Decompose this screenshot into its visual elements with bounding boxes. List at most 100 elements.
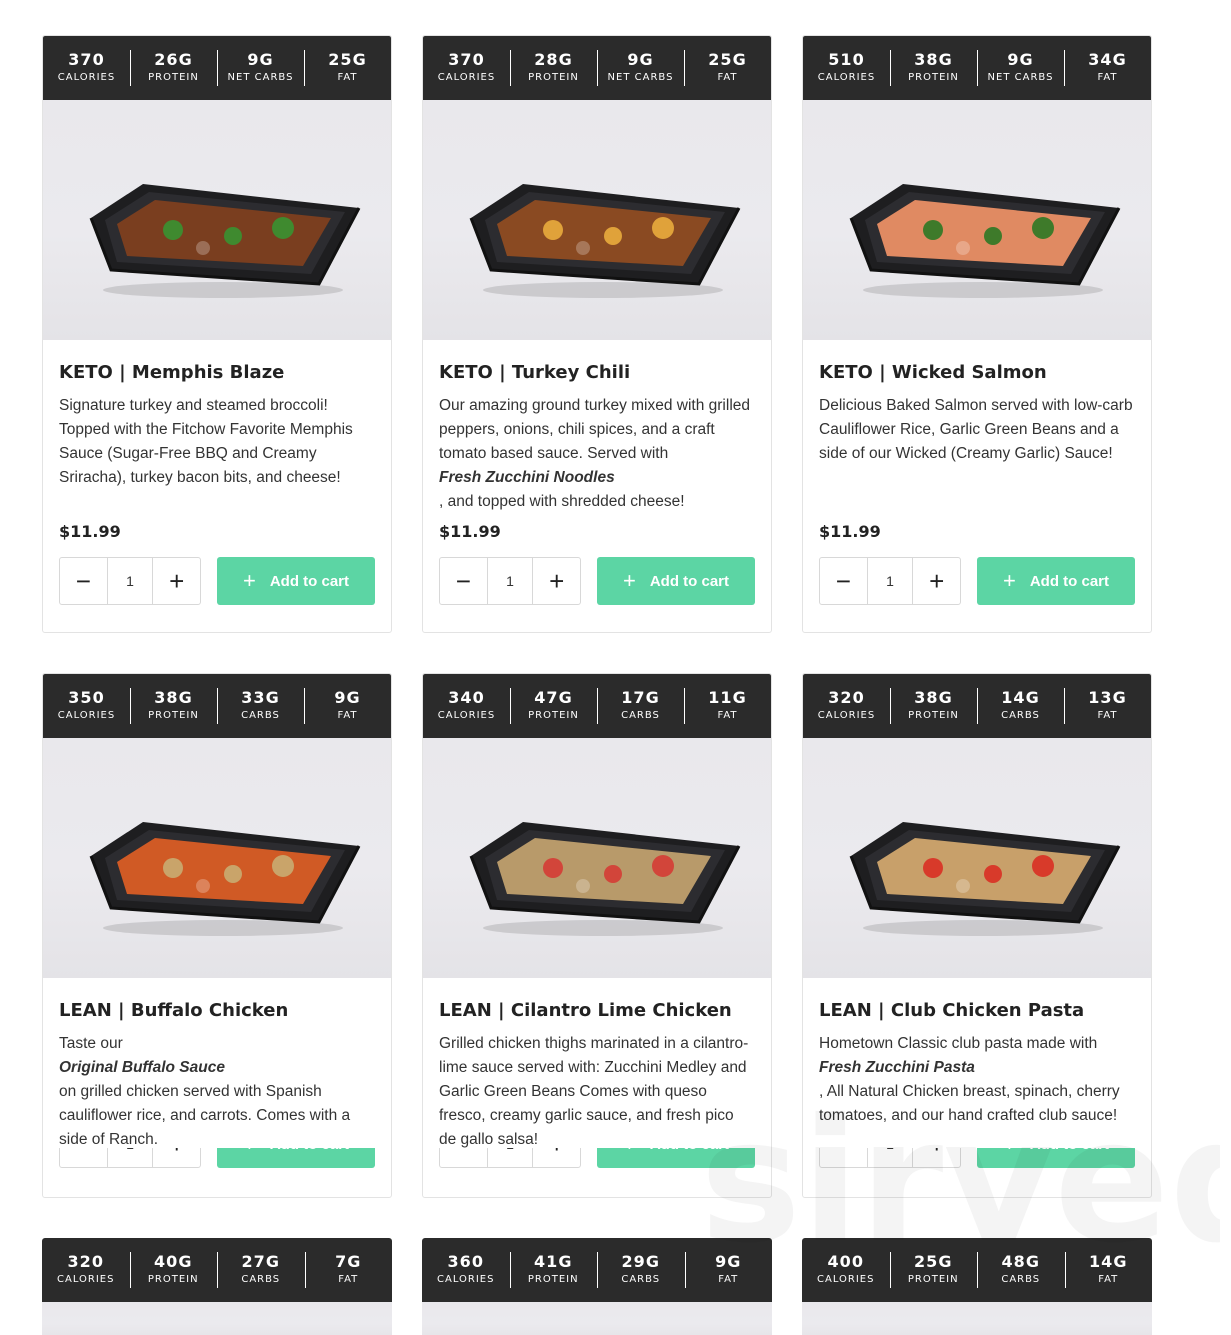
quantity-value[interactable]: 1 — [866, 1148, 914, 1167]
quantity-value[interactable]: 1 — [486, 558, 534, 604]
macro-value: 13G — [1088, 688, 1127, 707]
increment-button[interactable]: + — [533, 1148, 580, 1167]
quantity-stepper[interactable]: −1+ — [819, 1148, 961, 1168]
macro-item: 370 CALORIES — [43, 50, 130, 86]
add-to-cart-label: Add to cart — [269, 572, 350, 590]
decrement-button[interactable]: − — [820, 1148, 867, 1167]
macro-item: 14G FAT — [1064, 1252, 1153, 1288]
meal-description: Signature turkey and steamed broccoli! T… — [59, 394, 375, 514]
add-to-cart-label: Add to cart — [1030, 1148, 1109, 1153]
quantity-value[interactable]: 1 — [866, 558, 914, 604]
macro-item: 9G FAT — [304, 688, 391, 724]
increment-button[interactable]: + — [153, 558, 200, 604]
description-highlight: Fresh Zucchini Pasta — [819, 1059, 975, 1076]
macro-label: PROTEIN — [908, 710, 959, 721]
macro-label: FAT — [1098, 1274, 1119, 1285]
macro-value: 33G — [241, 688, 280, 707]
description-text: Grilled chicken thighs marinated in a ci… — [439, 1035, 749, 1148]
macro-item: 11G FAT — [684, 688, 771, 724]
macro-label: FAT — [718, 1274, 739, 1285]
macro-item: 350 CALORIES — [43, 688, 130, 724]
add-to-cart-button[interactable]: + Add to cart — [597, 557, 755, 605]
macro-label: PROTEIN — [147, 1274, 199, 1285]
quantity-value[interactable]: 1 — [106, 1148, 154, 1167]
macro-value: 360 — [447, 1252, 484, 1271]
add-to-cart-label: Add to cart — [1029, 572, 1110, 590]
meal-description: Grilled chicken thighs marinated in a ci… — [439, 1032, 755, 1152]
plus-icon: + — [623, 1148, 636, 1157]
decrement-button[interactable]: − — [440, 1148, 487, 1167]
quantity-value[interactable]: 1 — [486, 1148, 534, 1167]
macro-item: 13G FAT — [1064, 688, 1151, 724]
menu-card: 340 CALORIES 47G PROTEIN 17G CARBS 11G FAT LEAN … — [422, 673, 772, 1198]
quantity-stepper[interactable]: −1+ — [439, 557, 581, 605]
card-body: KETO | Turkey Chili Our amazing ground tu… — [423, 340, 771, 625]
add-to-cart-button[interactable]: + Add to cart — [977, 557, 1135, 605]
quantity-stepper[interactable]: −1+ — [439, 1148, 581, 1168]
increment-button[interactable]: + — [153, 1148, 200, 1167]
decrement-button[interactable]: − — [60, 1148, 107, 1167]
increment-button[interactable]: + — [533, 558, 580, 604]
menu-card: 370 CALORIES 26G PROTEIN 9G NET CARBS 25G FAT KE… — [42, 35, 392, 633]
meal-description: Delicious Baked Salmon served with low-c… — [819, 394, 1135, 514]
macro-value: 38G — [914, 50, 953, 69]
add-to-cart-button[interactable]: + Add to cart — [217, 1148, 375, 1168]
menu-row-3: 320 CALORIES 40G PROTEIN 27G CARBS 7G FAT 360 CA… — [42, 1238, 1152, 1335]
menu-card: 510 CALORIES 38G PROTEIN 9G NET CARBS 34G FAT KE… — [802, 35, 1152, 633]
description-text: Signature turkey and steamed broccoli! T… — [59, 397, 353, 486]
meal-title: KETO | Memphis Blaze — [59, 362, 285, 383]
macro-value: 14G — [1001, 688, 1040, 707]
quantity-stepper[interactable]: −1+ — [819, 557, 961, 605]
meal-tray-image — [89, 184, 361, 298]
cart-controls: −1++Add to cart — [439, 1148, 755, 1168]
decrement-button[interactable]: − — [60, 558, 107, 604]
macro-value: 11G — [708, 688, 747, 707]
macro-value: 25G — [708, 50, 747, 69]
quantity-stepper[interactable]: −1+ — [59, 1148, 201, 1168]
increment-button[interactable]: + — [913, 558, 960, 604]
macro-item: 25G PROTEIN — [889, 1252, 978, 1288]
meal-photo — [422, 1302, 772, 1335]
macro-item: 7G FAT — [304, 1252, 393, 1288]
cart-controls: −1++Add to cart — [819, 557, 1135, 605]
macro-item: 17G CARBS — [597, 688, 684, 724]
menu-card: 320 CALORIES 38G PROTEIN 14G CARBS 13G FAT LEAN … — [802, 673, 1152, 1198]
card-body: LEAN | Buffalo Chicken Taste our Original … — [43, 978, 391, 1188]
macro-value: 17G — [621, 688, 660, 707]
quantity-stepper[interactable]: −1+ — [59, 557, 201, 605]
decrement-button[interactable]: − — [820, 558, 867, 604]
menu-card: 320 CALORIES 40G PROTEIN 27G CARBS 7G FAT — [42, 1238, 392, 1335]
add-to-cart-button[interactable]: + Add to cart — [217, 557, 375, 605]
add-to-cart-button[interactable]: + Add to cart — [977, 1148, 1135, 1168]
macro-value: 370 — [448, 50, 485, 69]
macro-value: 14G — [1089, 1252, 1128, 1271]
meal-tray-image — [469, 822, 741, 936]
macro-value: 9G — [627, 50, 654, 69]
macro-item: 9G NET CARBS — [977, 50, 1064, 86]
macro-label: CARBS — [621, 1274, 661, 1285]
decrement-button[interactable]: − — [440, 558, 487, 604]
macro-item: 25G FAT — [684, 50, 771, 86]
macro-value: 38G — [154, 688, 193, 707]
add-to-cart-button[interactable]: + Add to cart — [597, 1148, 755, 1168]
macro-item: 360 CALORIES — [422, 1252, 510, 1288]
macro-label: FAT — [337, 72, 358, 83]
macro-value: 9G — [1007, 50, 1034, 69]
meal-tray-image — [89, 822, 361, 936]
cart-controls: −1+ +Add to cart — [59, 1148, 375, 1168]
macro-item: 25G FAT — [304, 50, 391, 86]
macro-value: 48G — [1001, 1252, 1040, 1271]
macro-item: 26G PROTEIN — [130, 50, 217, 86]
macro-value: 510 — [828, 50, 865, 69]
meal-price: $11.99 — [819, 522, 881, 541]
plus-icon: + — [242, 568, 256, 593]
macro-item: 48G CARBS — [977, 1252, 1065, 1288]
meal-photo — [43, 100, 391, 340]
macro-bar: 400 CALORIES 25G PROTEIN 48G CARBS 14G FAT — [802, 1238, 1152, 1302]
increment-button[interactable]: + — [913, 1148, 960, 1167]
macro-label: PROTEIN — [148, 710, 199, 721]
macro-item: 400 CALORIES — [802, 1252, 890, 1288]
macro-value: 320 — [828, 688, 865, 707]
quantity-value[interactable]: 1 — [106, 558, 154, 604]
macro-bar: 370 CALORIES 28G PROTEIN 9G NET CARBS 25G FAT — [423, 36, 771, 100]
